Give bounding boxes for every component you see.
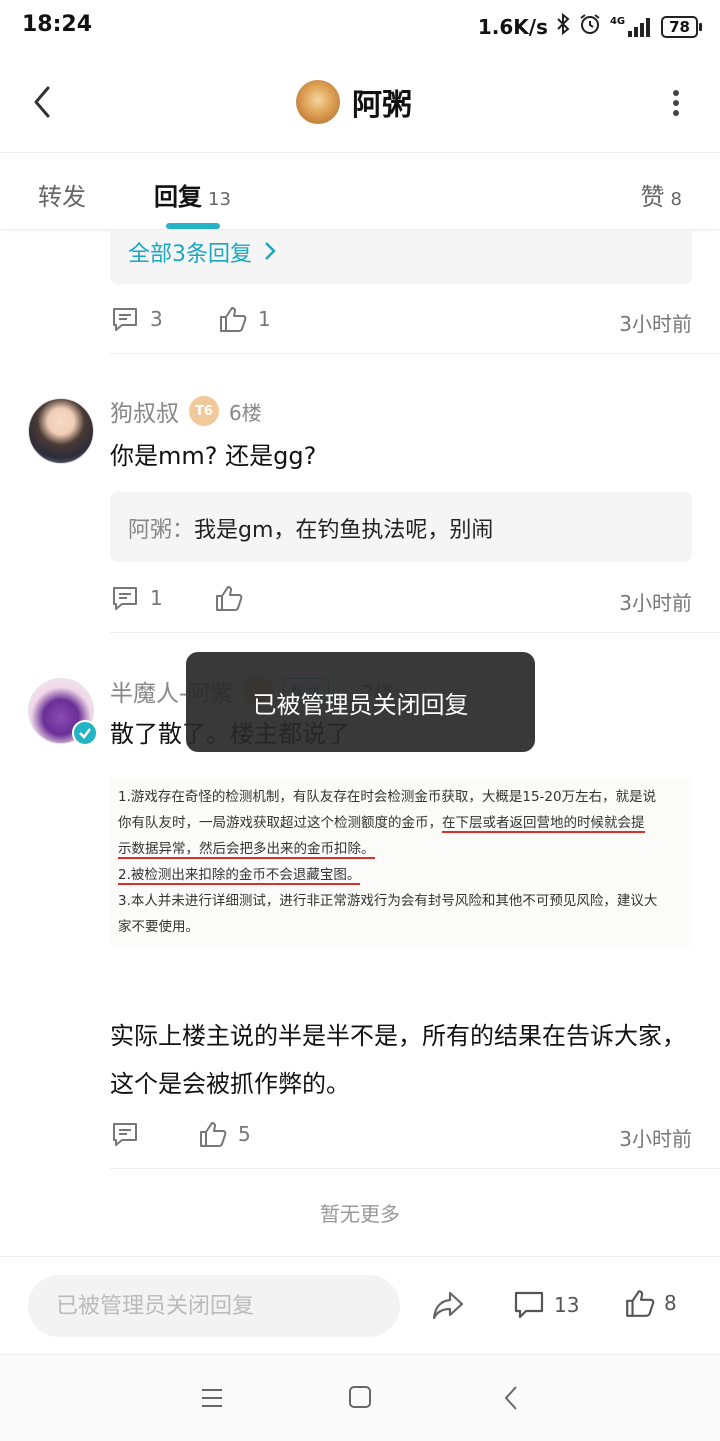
image-line: 示数据异常，然后会把多出来的金币扣除。 [118, 836, 684, 862]
username[interactable]: 狗叔叔 [110, 394, 179, 428]
divider [110, 1168, 720, 1169]
sub-reply-colon: ： [172, 518, 195, 543]
thumbs-up-icon [220, 307, 247, 332]
like-count: 5 [238, 1122, 251, 1146]
floor-number: 6楼 [229, 400, 262, 425]
all-replies-label: 全部3条回复 [128, 242, 252, 267]
image-text-underlined: 示数据异常，然后会把多出来的金币扣除。 [118, 841, 375, 859]
thumbs-up-icon [626, 1290, 655, 1317]
toast-message: 已被管理员关闭回复 [186, 652, 535, 752]
signal-icon: 4G [609, 15, 653, 37]
embedded-image[interactable]: 1.游戏存在奇怪的检测机制，有队友存在时会检测金币获取，大概是15-20万左右，… [110, 778, 692, 946]
tab-like[interactable]: 赞8 [641, 177, 682, 212]
back-triangle-icon [504, 1386, 517, 1410]
like-total: 8 [664, 1291, 677, 1315]
tab-bar: 转发 回复 13 赞8 [0, 153, 720, 230]
more-options-button[interactable] [672, 88, 680, 118]
like-button[interactable]: 8 [624, 1287, 677, 1319]
bottom-action-bar: 13 8 [0, 1256, 720, 1355]
image-text-underlined: 在下层或者返回营地的时候就会提 [442, 815, 645, 833]
menu-button[interactable] [200, 1387, 224, 1413]
user-avatar[interactable] [28, 398, 94, 464]
image-line: 1.游戏存在奇怪的检测机制，有队友存在时会检测金币获取，大概是15-20万左右，… [118, 789, 657, 805]
battery-indicator: 78 [661, 15, 702, 38]
post-text: 实际上楼主说的半是半不是，所有的结果在告诉大家，这个是会被抓作弊的。 [110, 1022, 686, 1098]
like-count: 1 [258, 307, 271, 331]
sub-reply-text: 我是gm，在钓鱼执法呢，别闹 [194, 518, 494, 543]
divider [110, 353, 720, 354]
like-button[interactable]: 1 [218, 304, 271, 334]
tab-reply[interactable]: 回复 13 [154, 177, 231, 212]
share-icon [432, 1291, 464, 1320]
image-line: 3.本人并未进行详细测试，进行非正常游戏行为会有封号风险和其他不可预见风险，建议… [118, 893, 658, 909]
back-button[interactable] [24, 82, 64, 122]
level-badge-icon: T6 [189, 396, 219, 426]
image-line: 你有队友时，一局游戏获取超过这个检测额度的金币，在下层或者返回营地的时候就会提 [118, 810, 684, 836]
like-button[interactable]: 5 [198, 1119, 251, 1149]
like-action: 5 [198, 1119, 251, 1149]
like-button[interactable] [214, 583, 244, 617]
post-actions: 3 [110, 304, 163, 334]
comment-icon [113, 587, 137, 610]
menu-icon [202, 1389, 222, 1407]
post-text: 你是mm? 还是gg? [110, 442, 317, 470]
comment-button[interactable]: 13 [512, 1289, 579, 1321]
bluetooth-icon [556, 12, 570, 40]
verified-icon [72, 720, 98, 746]
share-button[interactable] [430, 1287, 466, 1327]
home-square-icon [349, 1386, 371, 1408]
net-speed: 1.6K/s [477, 14, 548, 39]
post-time: 3小时前 [619, 312, 692, 336]
status-time: 18:24 [22, 12, 93, 37]
all-replies-link[interactable]: 全部3条回复 [128, 236, 277, 268]
thumbs-up-icon [216, 586, 243, 611]
status-bar: 18:24 1.6K/s 4G 78 [0, 0, 720, 52]
system-back-button[interactable] [502, 1385, 520, 1415]
status-right: 1.6K/s 4G 78 [477, 12, 702, 41]
comment-icon [113, 1123, 137, 1146]
more-vertical-icon [673, 90, 679, 116]
comment-button[interactable]: 1 [110, 583, 163, 613]
chevron-right-icon [265, 242, 276, 260]
page-title: 阿粥 [352, 88, 412, 123]
like-action: 1 [218, 304, 271, 334]
reply-input[interactable] [28, 1275, 400, 1337]
signal-label: 4G [609, 15, 626, 27]
comment-icon [514, 1291, 544, 1319]
tab-like-count: 8 [670, 189, 682, 210]
top-app-bar: 阿粥 [0, 52, 720, 153]
image-text-underlined: 2.被检测出来扣除的金币不会退藏宝图。 [118, 867, 361, 885]
author-avatar[interactable] [296, 80, 340, 124]
comment-count: 3 [150, 307, 163, 331]
system-nav-bar [0, 1354, 720, 1441]
tab-like-label: 赞 [640, 183, 665, 211]
comment-button[interactable]: 3 [110, 304, 163, 334]
sub-reply-box[interactable]: 阿粥：我是gm，在钓鱼执法呢，别闹 [110, 492, 692, 562]
alarm-icon [578, 12, 602, 41]
comment-button[interactable] [110, 1119, 140, 1153]
tab-reply-count: 13 [208, 189, 231, 210]
post-time: 3小时前 [619, 1127, 692, 1151]
title-group: 阿粥 [296, 80, 412, 124]
post-6-header: 狗叔叔 T6 6楼 [110, 394, 262, 428]
sub-reply-name[interactable]: 阿粥 [128, 518, 172, 543]
comment-count: 1 [150, 586, 163, 610]
tab-active-indicator [166, 223, 220, 229]
chevron-left-icon [34, 86, 50, 118]
post-actions: 1 [110, 583, 163, 613]
post-time: 3小时前 [619, 591, 692, 615]
comment-icon [113, 308, 137, 331]
divider [110, 632, 720, 633]
image-line: 2.被检测出来扣除的金币不会退藏宝图。 [118, 862, 684, 888]
thumbs-up-icon [200, 1122, 227, 1147]
comment-total: 13 [554, 1293, 580, 1317]
image-text: 你有队友时，一局游戏获取超过这个检测额度的金币， [118, 815, 442, 831]
no-more-label: 暂无更多 [320, 1202, 400, 1226]
sub-reply: 阿粥：我是gm，在钓鱼执法呢，别闹 [128, 512, 493, 544]
tab-forward[interactable]: 转发 [38, 177, 86, 212]
tab-reply-label: 回复 [154, 183, 202, 211]
sub-replies-box: 全部3条回复 [110, 230, 692, 284]
home-button[interactable] [348, 1385, 372, 1413]
image-line: 家不要使用。 [118, 919, 199, 935]
